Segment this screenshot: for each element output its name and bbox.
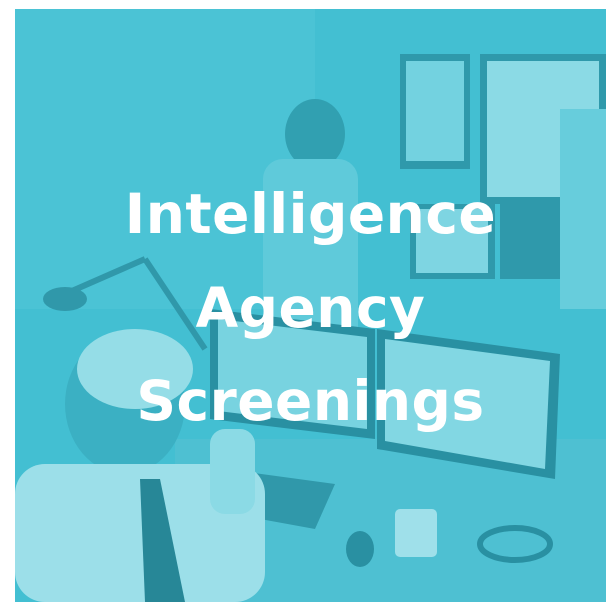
title-line-screenings: Screenings bbox=[136, 369, 485, 433]
title-line-intelligence: Intelligence bbox=[124, 182, 497, 246]
title-line-agency: Agency bbox=[195, 276, 426, 340]
promo-tile[interactable]: Intelligence Agency Screenings bbox=[15, 9, 606, 602]
